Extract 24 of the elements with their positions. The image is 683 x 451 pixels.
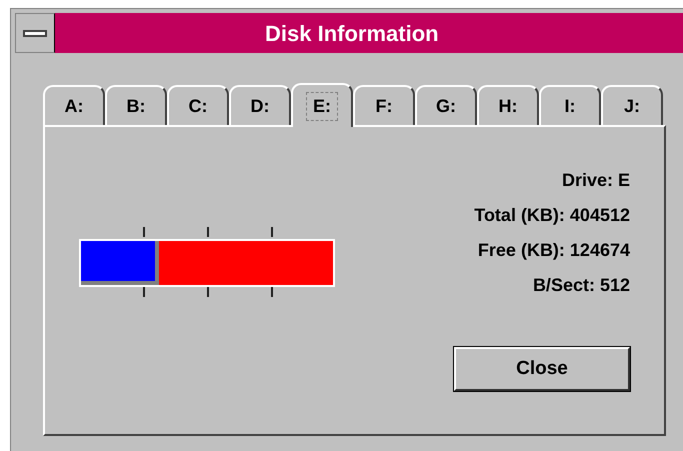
info-text: B/Sect: 512 (532, 274, 630, 297)
tick-mark (271, 227, 273, 237)
tick-mark (207, 227, 209, 237)
drive-tab[interactable]: H: (477, 85, 539, 125)
minus-icon (23, 30, 47, 36)
drive-tab[interactable]: G: (415, 85, 477, 125)
drive-tab[interactable]: C: (167, 85, 229, 125)
window-title: Disk Information (265, 20, 439, 48)
drive-tab[interactable]: I: (539, 85, 601, 125)
close-button[interactable]: Close (454, 347, 630, 391)
drive-tab[interactable]: E: (291, 83, 353, 127)
drive-tab[interactable]: B: (105, 85, 167, 125)
tick-mark (271, 287, 273, 297)
info-text: Free (KB): 124674 (478, 239, 630, 262)
info-text: Drive: E (562, 169, 630, 192)
drive-tab[interactable]: J: (601, 85, 663, 125)
drive-tab[interactable]: A: (43, 85, 105, 125)
drive-tab[interactable]: F: (353, 85, 415, 125)
tick-mark (207, 287, 209, 297)
tick-mark (143, 227, 145, 237)
system-menu-button[interactable] (15, 13, 55, 53)
tick-mark (143, 287, 145, 297)
info-text: Total (KB): 404512 (474, 204, 630, 227)
drive-tab[interactable]: D: (229, 85, 291, 125)
